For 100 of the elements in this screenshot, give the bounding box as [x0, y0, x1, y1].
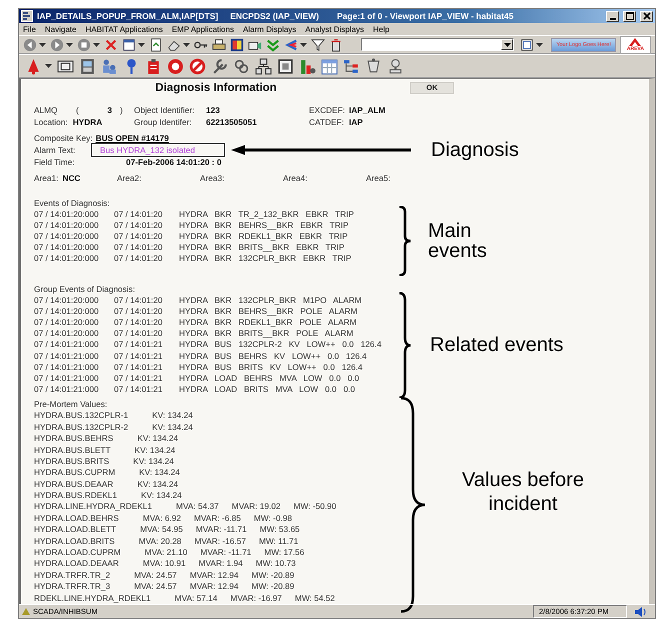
trash-icon[interactable]	[329, 38, 343, 52]
caret-icon[interactable]	[300, 42, 307, 46]
paren: (	[76, 104, 80, 114]
point-name: HYDRA.BUS.BEHRS	[34, 433, 114, 445]
point-value: MW: -20.89	[252, 581, 294, 593]
field-label: Location:	[34, 116, 68, 126]
point-name: HYDRA.BUS.BLETT	[34, 444, 111, 456]
page-icon[interactable]	[149, 38, 163, 52]
menu-item[interactable]: Analyst Displays	[305, 24, 364, 34]
event-cell: HYDRA BKR RDEKL1_BKR EBKR TRIP	[179, 231, 348, 242]
event-cell-text: 07 / 14:01:20:000	[34, 220, 100, 232]
paren: )	[120, 104, 123, 114]
view-name: ENCPDS2 (IAP_VIEW)	[230, 11, 319, 21]
point-value: KV: 134.24	[133, 456, 174, 468]
window-icon[interactable]	[520, 38, 534, 52]
speaker-icon[interactable]	[634, 606, 646, 618]
point-value: MVA: 10.91	[142, 558, 186, 570]
minimize-button[interactable]	[606, 10, 619, 22]
event-cell: HYDRA BUS BEHRS KV LOW++ 0.0 126.4	[179, 350, 367, 362]
maximize-button[interactable]	[623, 10, 636, 22]
field-label: CATDEF:	[309, 116, 345, 126]
event-cell: HYDRA BKR 132CPLR_BKR M1PO ALARM	[179, 294, 362, 306]
point-name: HYDRA.BUS.132CPLR-2	[34, 422, 128, 434]
point-name: HYDRA.BUS.DEAAR	[34, 478, 114, 490]
frame-icon[interactable]	[277, 58, 294, 74]
point-value: MVA: 21.10	[144, 547, 188, 558]
field-label: Composite Key:	[34, 132, 93, 143]
caret-icon[interactable]	[536, 42, 544, 46]
wrench-icon[interactable]	[211, 58, 228, 74]
calendar-icon[interactable]	[321, 58, 338, 74]
chevron-icon[interactable]	[284, 38, 298, 52]
field-label: Field Time:	[34, 157, 76, 168]
point-name: HYDRA.BUS.CUPRM	[34, 467, 116, 479]
caret-icon[interactable]	[183, 42, 190, 46]
point-value: MVAR: -16.57	[194, 536, 246, 548]
tree-icon[interactable]	[343, 58, 360, 74]
event-cell-text: 07 / 14:01:21:000	[34, 339, 100, 351]
event-cell: HYDRA BKR BEHRS__BKR POLE ALARM	[179, 306, 358, 318]
section-title: Pre-Mortem Values:	[34, 399, 108, 410]
point-name: HYDRA.LOAD.CUPRM	[34, 547, 121, 558]
event-cell: HYDRA LOAD BRITS MVA LOW 0.0 0.0	[179, 384, 355, 396]
point-value: MVAR: -6.85	[194, 512, 241, 524]
point-value: MW: 10.73	[256, 558, 296, 570]
point-value: MW: 11.71	[258, 536, 298, 548]
menu-item[interactable]: Help	[372, 24, 390, 34]
point-value: MW: -0.98	[254, 512, 292, 524]
event-cell: HYDRA BKR BEHRS__BKR EBKR TRIP	[179, 220, 349, 232]
event-cell-text: 07 / 14:01:20:000	[34, 208, 100, 220]
menu-item[interactable]: HABITAT Applications	[85, 24, 163, 34]
point-value: MVA: 54.95	[140, 524, 183, 536]
window-icon[interactable]	[57, 58, 74, 74]
people-icon[interactable]	[101, 58, 118, 74]
caret-icon[interactable]	[93, 42, 100, 46]
field-label: Group Identifer:	[134, 116, 193, 126]
caret-icon[interactable]	[66, 42, 73, 46]
point-name: HYDRA.LOAD.DEAAR	[34, 558, 119, 570]
window-icon[interactable]	[122, 38, 136, 52]
caret-icon[interactable]	[45, 64, 52, 68]
event-cell-text: 07 / 14:01:20:000	[34, 317, 100, 328]
alarm-icon[interactable]	[167, 58, 184, 74]
caret-icon[interactable]	[138, 42, 145, 46]
event-cell: HYDRA BKR TR_2_132_BKR EBKR TRIP	[179, 208, 354, 220]
chain-icon[interactable]	[233, 58, 250, 74]
close-button[interactable]	[640, 10, 653, 22]
event-cell-text: 07 / 14:01:21	[114, 362, 164, 373]
field-label: Area5:	[366, 172, 390, 183]
event-cell-text: 07 / 14:01:20:000	[34, 231, 100, 242]
warning-icon	[22, 608, 30, 615]
point-value: MVAR: -11.71	[200, 547, 252, 558]
printer-icon[interactable]	[212, 38, 226, 52]
menu-item[interactable]: EMP Applications	[172, 24, 234, 34]
annotation-label: Main events	[428, 220, 488, 261]
menu-item[interactable]: Navigate	[44, 24, 76, 34]
point-value: MVAR: 12.94	[190, 570, 239, 582]
event-cell-text: 07 / 14:01:21:000	[34, 372, 100, 384]
dropdown-button[interactable]	[501, 39, 514, 50]
palette-icon[interactable]	[230, 38, 244, 52]
filter-icon[interactable]	[311, 38, 325, 52]
stamp-icon[interactable]	[387, 58, 404, 74]
point-value: KV: 134.24	[141, 490, 182, 502]
chart-icon[interactable]	[299, 58, 316, 74]
combo-field[interactable]	[361, 38, 514, 51]
menu-item[interactable]: Alarm Displays	[242, 24, 296, 34]
a-shape-icon	[629, 38, 642, 46]
menu-item[interactable]: File	[23, 24, 36, 34]
point-value: MVA: 54.37	[176, 501, 219, 513]
field-value: 62213505051	[206, 116, 257, 126]
caret-icon[interactable]	[39, 42, 46, 46]
event-cell-text: 07 / 14:01:20:000	[34, 306, 100, 318]
point-name: HYDRA.LOAD.BEHRS	[34, 512, 119, 524]
event-cell-text: 07 / 14:01:20	[114, 242, 164, 254]
network-icon[interactable]	[255, 58, 272, 74]
no-entry-icon[interactable]	[189, 58, 206, 74]
event-cell-text: 07 / 14:01:21	[114, 339, 164, 351]
field-label: Object Identifier:	[134, 104, 196, 114]
tag-icon[interactable]	[145, 58, 162, 74]
point-name: HYDRA.TRFR.TR_2	[34, 570, 110, 582]
close-icon	[642, 12, 650, 20]
point-value: MVA: 24.57	[134, 581, 177, 593]
point-value: MVAR: -16.97	[230, 592, 282, 604]
